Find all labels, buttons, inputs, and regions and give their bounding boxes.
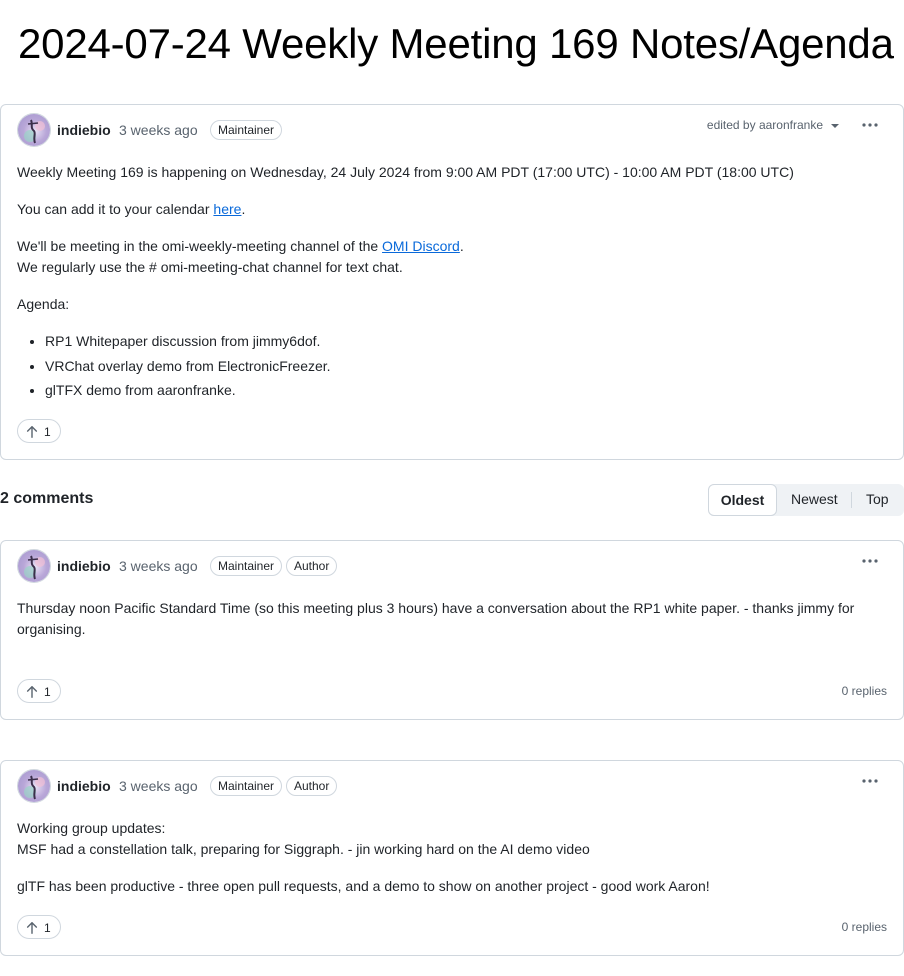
- calendar-link[interactable]: here: [213, 201, 241, 217]
- post-author[interactable]: indiebio: [57, 122, 111, 138]
- agenda-label: Agenda:: [17, 296, 70, 312]
- edited-prefix: edited by: [706, 118, 756, 132]
- comment: indiebio 3 weeks ago Maintainer Author T…: [0, 540, 904, 720]
- sort-toggle: Oldest Newest Top: [708, 484, 904, 516]
- avatar[interactable]: [17, 113, 51, 147]
- post-body: Weekly Meeting 169 is happening on Wedne…: [17, 162, 887, 405]
- replies-count[interactable]: 0 replies: [842, 684, 887, 698]
- kebab-horizontal-icon[interactable]: [861, 771, 879, 791]
- kebab-horizontal-icon[interactable]: [861, 115, 879, 135]
- maintainer-badge: Maintainer: [210, 120, 283, 140]
- comment-text: Working group updates:: [17, 820, 166, 836]
- comment-timestamp[interactable]: 3 weeks ago: [119, 558, 198, 574]
- author-badge: Author: [286, 776, 338, 796]
- upvote-count: 1: [44, 685, 51, 699]
- triangle-down-icon: [831, 123, 839, 128]
- upvote-button[interactable]: 1: [17, 419, 61, 443]
- comment-text: MSF had a constellation talk, preparing …: [17, 841, 590, 857]
- arrow-up-icon: [26, 426, 38, 438]
- agenda-item: VRChat overlay demo from ElectronicFreez…: [45, 356, 887, 377]
- comment-text: Thursday noon Pacific Standard Time (so …: [17, 600, 855, 637]
- discussion-post: indiebio 3 weeks ago Maintainer edited b…: [0, 104, 904, 460]
- replies-count[interactable]: 0 replies: [842, 920, 887, 934]
- comment: indiebio 3 weeks ago Maintainer Author W…: [0, 760, 904, 956]
- sort-oldest[interactable]: Oldest: [708, 484, 777, 516]
- page-title: 2024-07-24 Weekly Meeting 169 Notes/Agen…: [18, 20, 894, 67]
- author-badge: Author: [286, 556, 338, 576]
- avatar[interactable]: [17, 549, 51, 583]
- channel-text: We'll be meeting in the omi-weekly-meeti…: [17, 238, 464, 254]
- upvote-count: 1: [44, 921, 51, 935]
- arrow-up-icon: [26, 686, 38, 698]
- maintainer-badge: Maintainer: [210, 556, 283, 576]
- edited-history-dropdown[interactable]: edited by aaronfranke: [707, 118, 839, 132]
- text-chat-text: We regularly use the # omi-meeting-chat …: [17, 259, 403, 275]
- comment-author[interactable]: indiebio: [57, 558, 111, 574]
- agenda-item: RP1 Whitepaper discussion from jimmy6dof…: [45, 331, 887, 352]
- comment-body: Working group updates: MSF had a constel…: [17, 818, 887, 897]
- post-timestamp[interactable]: 3 weeks ago: [119, 122, 198, 138]
- comment-body: Thursday noon Pacific Standard Time (so …: [17, 598, 887, 640]
- edited-by-user: aaronfranke: [758, 118, 823, 132]
- agenda-list: RP1 Whitepaper discussion from jimmy6dof…: [17, 331, 887, 401]
- upvote-button[interactable]: 1: [17, 679, 61, 703]
- sort-top[interactable]: Top: [866, 491, 889, 507]
- maintainer-badge: Maintainer: [210, 776, 283, 796]
- comment-timestamp[interactable]: 3 weeks ago: [119, 778, 198, 794]
- upvote-count: 1: [44, 425, 51, 439]
- avatar[interactable]: [17, 769, 51, 803]
- meeting-time-text: Weekly Meeting 169 is happening on Wedne…: [17, 164, 794, 180]
- sort-newest[interactable]: Newest: [791, 491, 838, 507]
- discord-link[interactable]: OMI Discord: [382, 238, 460, 254]
- comment-author[interactable]: indiebio: [57, 778, 111, 794]
- kebab-horizontal-icon[interactable]: [861, 551, 879, 571]
- arrow-up-icon: [26, 922, 38, 934]
- agenda-item: glTFX demo from aaronfranke.: [45, 380, 887, 401]
- upvote-button[interactable]: 1: [17, 915, 61, 939]
- comment-text: glTF has been productive - three open pu…: [17, 878, 710, 894]
- calendar-text: You can add it to your calendar here.: [17, 201, 246, 217]
- comments-count: 2 comments: [0, 490, 94, 507]
- sort-separator: [851, 492, 852, 508]
